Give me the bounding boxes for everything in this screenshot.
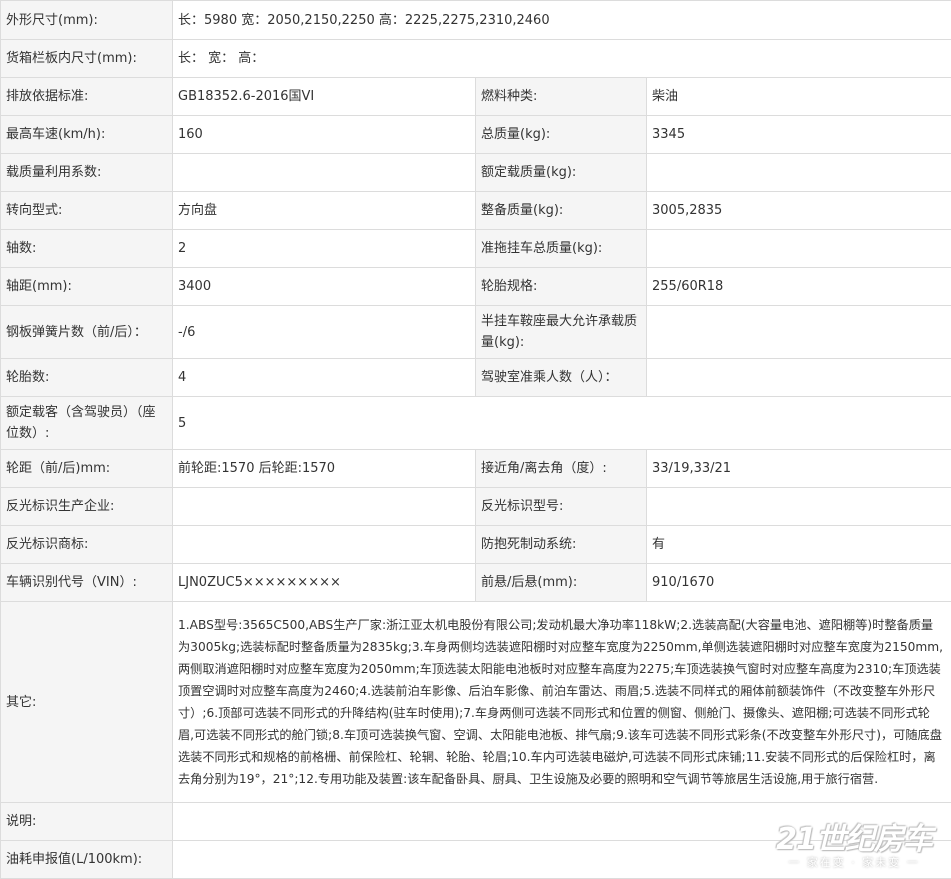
value-steering: 方向盘 (173, 192, 476, 230)
value-abs: 有 (647, 526, 951, 564)
value-fuel-type: 柴油 (647, 78, 951, 116)
spec-row-springs-saddle: 钢板弹簧片数（前/后）： -/6 半挂车鞍座最大允许承载质量(kg): (1, 306, 951, 359)
value-notes (173, 803, 951, 841)
spec-row-emission-fuel: 排放依据标准: GB18352.6-2016国VI 燃料种类: 柴油 (1, 78, 951, 116)
spec-row-axles-trailer: 轴数: 2 准拖挂车总质量(kg): (1, 230, 951, 268)
label-curb-mass: 整备质量(kg): (476, 192, 647, 230)
spec-row-load-factor: 载质量利用系数: 额定载质量(kg): (1, 154, 951, 192)
label-track-width: 轮距（前/后)mm: (1, 450, 173, 488)
value-emission-standard: GB18352.6-2016国VI (173, 78, 476, 116)
label-vin: 车辆识别代号（VIN）: (1, 564, 173, 602)
value-reflector-model (647, 488, 951, 526)
spec-row-reflector-maker: 反光标识生产企业: 反光标识型号: (1, 488, 951, 526)
value-track-width: 前轮距:1570 后轮距:1570 (173, 450, 476, 488)
value-saddle-load (647, 306, 951, 359)
label-abs: 防抱死制动系统: (476, 526, 647, 564)
label-tire-spec: 轮胎规格: (476, 268, 647, 306)
spec-row-fuel-consumption: 油耗申报值(L/100km): (1, 841, 951, 879)
value-tire-count: 4 (173, 359, 476, 397)
label-cab-occupants: 驾驶室准乘人数（人）： (476, 359, 647, 397)
label-max-speed: 最高车速(km/h): (1, 116, 173, 154)
spec-row-cargo-box: 货箱栏板内尺寸(mm): 长： 宽： 高： (1, 40, 951, 78)
spec-row-seats: 额定载客（含驾驶员）（座位数）: 5 (1, 397, 951, 450)
label-dimensions: 外形尺寸(mm): (1, 1, 173, 40)
value-overhang: 910/1670 (647, 564, 951, 602)
value-total-mass: 3345 (647, 116, 951, 154)
spec-row-tires-cab: 轮胎数: 4 驾驶室准乘人数（人）： (1, 359, 951, 397)
spec-row-dimensions: 外形尺寸(mm): 长：5980 宽：2050,2150,2250 高：2225… (1, 1, 951, 40)
label-approach-departure: 接近角/离去角（度）: (476, 450, 647, 488)
label-tire-count: 轮胎数: (1, 359, 173, 397)
label-leaf-springs: 钢板弹簧片数（前/后）： (1, 306, 173, 359)
spec-row-notes: 说明: (1, 803, 951, 841)
value-reflector-maker (173, 488, 476, 526)
label-wheelbase: 轴距(mm): (1, 268, 173, 306)
spec-row-reflector-abs: 反光标识商标: 防抱死制动系统: 有 (1, 526, 951, 564)
spec-row-other: 其它: 1.ABS型号:3565C500,ABS生产厂家:浙江亚太机电股份有限公… (1, 602, 951, 803)
value-reflector-brand (173, 526, 476, 564)
value-cab-occupants (647, 359, 951, 397)
value-max-speed: 160 (173, 116, 476, 154)
label-cargo-box: 货箱栏板内尺寸(mm): (1, 40, 173, 78)
value-tire-spec: 255/60R18 (647, 268, 951, 306)
label-emission-standard: 排放依据标准: (1, 78, 173, 116)
label-fuel-consumption: 油耗申报值(L/100km): (1, 841, 173, 879)
label-notes: 说明: (1, 803, 173, 841)
value-rated-load (647, 154, 951, 192)
value-vin: LJN0ZUC5××××××××× (173, 564, 476, 602)
label-steering: 转向型式: (1, 192, 173, 230)
label-trailer-mass: 准拖挂车总质量(kg): (476, 230, 647, 268)
value-rated-passengers: 5 (173, 397, 951, 450)
spec-table: 外形尺寸(mm): 长：5980 宽：2050,2150,2250 高：2225… (0, 0, 951, 879)
label-total-mass: 总质量(kg): (476, 116, 647, 154)
label-reflector-maker: 反光标识生产企业: (1, 488, 173, 526)
value-approach-departure: 33/19,33/21 (647, 450, 951, 488)
label-rated-load: 额定载质量(kg): (476, 154, 647, 192)
label-rated-passengers: 额定载客（含驾驶员）（座位数）: (1, 397, 173, 450)
label-axle-count: 轴数: (1, 230, 173, 268)
label-saddle-load: 半挂车鞍座最大允许承载质量(kg): (476, 306, 647, 359)
spec-row-vin-overhang: 车辆识别代号（VIN）: LJN0ZUC5××××××××× 前悬/后悬(mm)… (1, 564, 951, 602)
spec-row-speed-mass: 最高车速(km/h): 160 总质量(kg): 3345 (1, 116, 951, 154)
value-axle-count: 2 (173, 230, 476, 268)
spec-row-track-angles: 轮距（前/后)mm: 前轮距:1570 后轮距:1570 接近角/离去角（度）:… (1, 450, 951, 488)
label-reflector-brand: 反光标识商标: (1, 526, 173, 564)
value-load-utilization (173, 154, 476, 192)
label-other: 其它: (1, 602, 173, 803)
value-trailer-mass (647, 230, 951, 268)
value-leaf-springs: -/6 (173, 306, 476, 359)
spec-row-wheelbase-tire: 轴距(mm): 3400 轮胎规格: 255/60R18 (1, 268, 951, 306)
label-load-utilization: 载质量利用系数: (1, 154, 173, 192)
spec-row-steering-curb: 转向型式: 方向盘 整备质量(kg): 3005,2835 (1, 192, 951, 230)
label-overhang: 前悬/后悬(mm): (476, 564, 647, 602)
value-cargo-box: 长： 宽： 高： (173, 40, 951, 78)
value-curb-mass: 3005,2835 (647, 192, 951, 230)
value-other: 1.ABS型号:3565C500,ABS生产厂家:浙江亚太机电股份有限公司;发动… (173, 602, 951, 803)
value-wheelbase: 3400 (173, 268, 476, 306)
value-fuel-consumption (173, 841, 951, 879)
label-reflector-model: 反光标识型号: (476, 488, 647, 526)
label-fuel-type: 燃料种类: (476, 78, 647, 116)
value-dimensions: 长：5980 宽：2050,2150,2250 高：2225,2275,2310… (173, 1, 951, 40)
